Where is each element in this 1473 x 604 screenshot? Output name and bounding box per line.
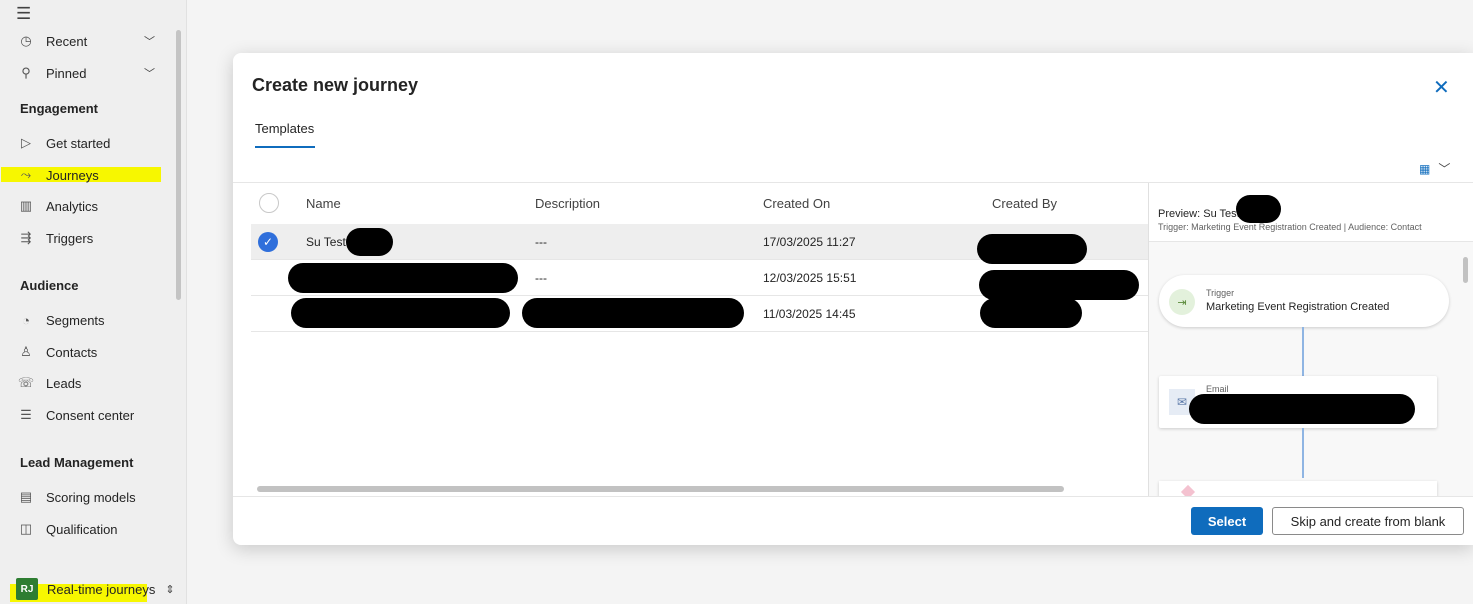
cell-created-on: 17/03/2025 11:27 [763,235,856,249]
sidebar-item-label: Get started [46,135,111,151]
nav-recent-label: Recent [46,33,88,49]
nav-pinned[interactable]: ⚲ Pinned ﹀ [16,61,155,85]
tab-underline [255,146,315,148]
sidebar-scrollbar[interactable] [176,30,181,300]
sidebar-item-analytics[interactable]: ▥ Analytics [16,194,98,218]
checkmark-icon[interactable]: ✓ [258,232,278,252]
column-header-created-by[interactable]: Created By [992,196,1057,211]
skip-create-blank-button[interactable]: Skip and create from blank [1272,507,1464,535]
sidebar-item-label: Consent center [46,407,135,423]
nav-recent[interactable]: ◷ Recent ﹀ [16,29,155,53]
sidebar-item-triggers[interactable]: ⇶ Triggers [16,226,94,250]
view-switcher[interactable]: ▦ ﹀ [1419,160,1450,177]
sidebar-item-label: Segments [46,312,105,328]
qualification-icon: ◫ [19,521,33,536]
sidebar-item-consent-center[interactable]: ☰ Consent center [16,403,134,427]
divider [233,496,1473,497]
preview-email-node: ✉ Email [1159,376,1437,428]
leads-icon: ☏ [17,375,35,390]
trigger-icon: ⇥ [1169,289,1195,315]
sidebar-item-label: Triggers [46,230,94,246]
scoring-icon: ▤ [19,489,33,504]
table-row[interactable]: 11/03/2025 14:45 [251,296,1148,332]
column-header-created-on[interactable]: Created On [763,196,830,211]
area-badge: RJ [16,578,38,600]
email-node-label: Email [1206,384,1229,394]
sidebar-item-segments[interactable]: ◔ Segments [16,308,105,332]
sidebar-item-label: Contacts [46,344,98,360]
section-audience: Audience [20,278,79,293]
play-icon: ▷ [21,135,31,150]
select-button[interactable]: Select [1191,507,1263,535]
person-icon: ♙ [20,344,32,359]
close-icon[interactable]: ✕ [1433,75,1450,100]
sidebar-item-label: Qualification [46,521,118,537]
condition-icon [1180,484,1196,496]
grid-header: Name Description Created On Created By [251,183,1148,223]
redaction [291,298,510,328]
sidebar-item-scoring-models[interactable]: ▤ Scoring models [16,485,136,509]
table-row[interactable]: --- 12/03/2025 15:51 [251,260,1148,300]
journey-icon: ⤳ [20,167,32,182]
cell-name: Su Test [306,235,346,249]
pin-icon: ⚲ [21,65,31,80]
templates-grid: Name Description Created On Created By ✓… [251,183,1148,493]
area-label: Real-time journeys [47,581,156,597]
preview-scrollbar[interactable] [1463,257,1468,283]
grid-icon: ▦ [1419,162,1431,176]
trigger-node-name: Marketing Event Registration Created [1206,301,1390,313]
sidebar-item-leads[interactable]: ☏ Leads [16,371,82,395]
chevron-down-icon[interactable]: ﹀ [144,33,155,49]
chevron-updown-icon: ⇕ [165,583,175,596]
section-lead-management: Lead Management [20,455,134,470]
trigger-node-label: Trigger [1206,288,1235,298]
sidebar-item-label: Leads [46,375,82,391]
dialog-title: Create new journey [252,75,419,95]
cell-created-on: 12/03/2025 15:51 [763,271,857,285]
preview-pane: Preview: Su Test Trigger: Marketing Even… [1148,183,1473,496]
select-all-checkbox[interactable] [259,193,279,213]
horizontal-scrollbar[interactable] [257,486,1064,492]
preview-trigger-node: ⇥ Trigger Marketing Event Registration C… [1159,275,1449,327]
clock-icon: ◷ [20,33,32,48]
connector-line [1302,428,1304,478]
table-row[interactable]: ✓ Su Test --- 17/03/2025 11:27 [251,224,1148,264]
redaction [1189,394,1415,424]
column-header-name[interactable]: Name [306,196,341,211]
redaction [980,298,1082,328]
redaction [346,228,393,256]
sidebar-item-label: Analytics [46,198,99,214]
preview-header: Preview: Su Test Trigger: Marketing Even… [1149,183,1473,242]
chevron-down-icon: ﹀ [1438,162,1451,176]
consent-icon: ☰ [20,407,32,422]
redaction [522,298,744,328]
hamburger-icon[interactable]: ☰ [16,4,31,24]
tab-templates[interactable]: Templates [255,121,314,136]
preview-next-node [1159,481,1437,496]
cell-created-on: 11/03/2025 14:45 [763,307,856,321]
sidebar: ☰ ◷ Recent ﹀ ⚲ Pinned ﹀ Engagement ▷ Get… [0,0,187,604]
preview-subtitle: Trigger: Marketing Event Registration Cr… [1158,222,1422,232]
sidebar-item-qualification[interactable]: ◫ Qualification [16,517,118,541]
create-journey-dialog: Create new journey ✕ Templates ▦ ﹀ Name D… [233,53,1473,545]
sidebar-item-get-started[interactable]: ▷ Get started [16,131,110,155]
sidebar-item-contacts[interactable]: ♙ Contacts [16,340,97,364]
nav-pinned-label: Pinned [46,65,87,81]
analytics-icon: ▥ [19,198,33,213]
cell-description: --- [535,271,547,285]
section-engagement: Engagement [20,101,99,116]
column-header-description[interactable]: Description [535,196,600,211]
connector-line [1302,327,1304,376]
area-switcher[interactable]: RJ Real-time journeys ⇕ [16,577,175,601]
redaction [288,263,518,293]
chevron-down-icon[interactable]: ﹀ [144,65,155,81]
sidebar-item-label: Scoring models [46,489,136,505]
preview-title: Preview: Su Test [1158,208,1240,220]
trigger-icon: ⇶ [20,230,32,245]
sidebar-item-label: Journeys [46,167,99,183]
cell-description: --- [535,235,547,249]
sidebar-item-journeys[interactable]: ⤳ Journeys [16,163,99,187]
redaction [1236,195,1281,223]
segments-icon: ◔ [22,312,30,328]
